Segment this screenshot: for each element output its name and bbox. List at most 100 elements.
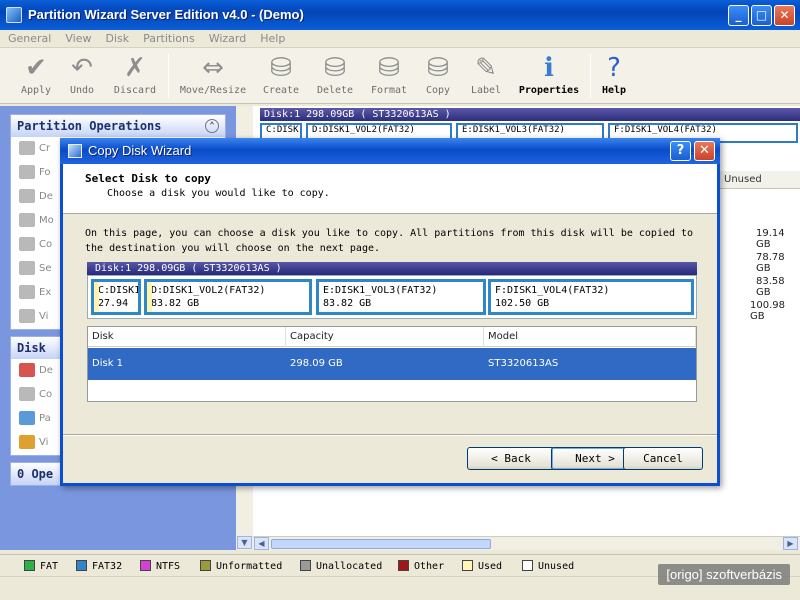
partition-size: 83.82 GB	[323, 298, 372, 309]
undo-button[interactable]: ↶ Undo	[62, 51, 102, 101]
partition-e[interactable]: E:DISK1_VOL3(FAT32) 83.82 GB	[316, 279, 486, 315]
move-resize-button[interactable]: ⇔ Move/Resize	[176, 51, 250, 101]
undo-icon: ↶	[71, 53, 93, 83]
legend-label: Unallocated	[316, 561, 383, 572]
legend-item-fat32: FAT32	[76, 560, 122, 572]
column-header-disk[interactable]: Disk	[88, 327, 286, 347]
legend-swatch	[300, 560, 311, 571]
dialog-help-button[interactable]: ?	[670, 141, 691, 161]
scroll-down-icon[interactable]: ▼	[237, 536, 252, 549]
legend-item-ntfs: NTFS	[140, 560, 180, 572]
op-label: Fo	[39, 167, 51, 178]
properties-button[interactable]: ℹ Properties	[514, 51, 584, 101]
copy-label: Copy	[425, 85, 451, 96]
legend-label: FAT	[40, 561, 59, 572]
op-icon	[19, 141, 35, 155]
create-icon: ⛁	[270, 53, 292, 83]
scroll-right-icon[interactable]: ▶	[783, 537, 798, 550]
scrollbar-thumb[interactable]	[271, 539, 491, 549]
cell-disk: Disk 1	[92, 358, 124, 369]
menu-general[interactable]: General	[0, 30, 57, 45]
legend-label: NTFS	[156, 561, 181, 572]
discard-button[interactable]: ✗ Discard	[110, 51, 160, 101]
legend-swatch	[462, 560, 473, 571]
minimize-button[interactable]: _	[728, 5, 749, 26]
legend-label: Unformatted	[216, 561, 283, 572]
menu-help[interactable]: Help	[252, 30, 291, 45]
horizontal-scrollbar[interactable]: ◀ ▶	[253, 536, 800, 550]
op-icon	[19, 363, 35, 377]
legend-swatch	[522, 560, 533, 571]
partition-c[interactable]: C:DISK1 27.94 G	[91, 279, 141, 315]
dialog-titlebar[interactable]: Copy Disk Wizard ? ✕	[60, 138, 720, 164]
menu-partitions[interactable]: Partitions	[135, 30, 201, 45]
op-label: Co	[39, 389, 53, 400]
label-icon: ✎	[475, 53, 497, 83]
delete-button[interactable]: ⛁ Delete	[312, 51, 358, 101]
legend-item-fat: FAT	[24, 560, 58, 572]
legend-item-unused: Unused	[522, 560, 574, 572]
partition-name: D:DISK1_VOL2(FAT32)	[151, 285, 266, 296]
op-label: Vi	[39, 311, 49, 322]
apply-button[interactable]: ✔ Apply	[16, 51, 56, 101]
menu-wizard[interactable]: Wizard	[201, 30, 253, 45]
disk-table: Disk Capacity Model Disk 1 298.09 GB ST3…	[87, 326, 697, 402]
scroll-left-icon[interactable]: ◀	[254, 537, 269, 550]
partition-operations-title[interactable]: Partition Operations ⌃	[11, 115, 225, 137]
op-icon	[19, 435, 35, 449]
partition-size: 83.82 GB	[151, 298, 200, 309]
dialog-close-button[interactable]: ✕	[694, 141, 715, 161]
unused-column-header[interactable]: Unused	[720, 171, 800, 189]
close-button[interactable]: ✕	[774, 5, 795, 26]
table-header: Disk Capacity Model	[88, 327, 696, 347]
help-button[interactable]: ? Help	[596, 51, 632, 101]
copy-icon: ⛁	[427, 53, 449, 83]
op-label: Mo	[39, 215, 54, 226]
discard-label: Discard	[113, 85, 157, 96]
toolbar: ✔ Apply ↶ Undo ✗ Discard ⇔ Move/Resize ⛁…	[0, 48, 800, 104]
table-row[interactable]: Disk 1 298.09 GB ST3320613AS	[88, 348, 696, 380]
label-button[interactable]: ✎ Label	[464, 51, 508, 101]
legend-item-unallocated: Unallocated	[300, 560, 382, 572]
menu-view[interactable]: View	[57, 30, 97, 45]
menu-disk[interactable]: Disk	[97, 30, 135, 45]
legend-swatch	[140, 560, 151, 571]
op-label: Pa	[39, 413, 51, 424]
partition-f[interactable]: F:DISK1_VOL4(FAT32) 102.50 GB	[488, 279, 694, 315]
copy-disk-wizard-dialog: Copy Disk Wizard ? ✕ Select Disk to copy…	[60, 138, 720, 486]
format-label: Format	[370, 85, 408, 96]
legend-swatch	[398, 560, 409, 571]
unused-value: 19.14 GB	[756, 228, 785, 250]
partition-name: F:DISK1_VOL4(FAT32)	[495, 285, 610, 296]
partition-d[interactable]: D:DISK1_VOL2(FAT32) 83.82 GB	[144, 279, 312, 315]
op-icon	[19, 261, 35, 275]
cancel-button[interactable]: Cancel	[623, 447, 703, 470]
collapse-icon[interactable]: ⌃	[205, 119, 219, 133]
create-button[interactable]: ⛁ Create	[258, 51, 304, 101]
op-label: Cr	[39, 143, 51, 154]
menu-bar: General View Disk Partitions Wizard Help	[0, 30, 800, 48]
legend-swatch	[76, 560, 87, 571]
op-icon	[19, 165, 35, 179]
dialog-disk-bar[interactable]: Disk:1 298.09GB ( ST3320613AS )	[87, 262, 697, 275]
back-button[interactable]: < Back	[467, 447, 555, 470]
unused-value: 83.58 GB	[756, 276, 785, 298]
partition-size: 27.94 G	[98, 298, 129, 312]
op-label: Vi	[39, 437, 49, 448]
column-header-capacity[interactable]: Capacity	[286, 327, 484, 347]
legend-label: FAT32	[92, 561, 123, 572]
app-icon	[6, 7, 22, 23]
op-icon	[19, 411, 35, 425]
op-label: De	[39, 191, 53, 202]
dialog-disk-map: C:DISK1 27.94 G D:DISK1_VOL2(FAT32) 83.8…	[87, 275, 697, 319]
column-header-model[interactable]: Model	[484, 327, 696, 347]
label-label: Label	[470, 85, 502, 96]
op-icon	[19, 309, 35, 323]
copy-button[interactable]: ⛁ Copy	[418, 51, 458, 101]
maximize-button[interactable]: □	[751, 5, 772, 26]
toolbar-separator	[590, 54, 591, 98]
format-button[interactable]: ⛁ Format	[366, 51, 412, 101]
op-label: Co	[39, 239, 53, 250]
check-icon: ✔	[25, 53, 47, 83]
legend-item-unformatted: Unformatted	[200, 560, 282, 572]
